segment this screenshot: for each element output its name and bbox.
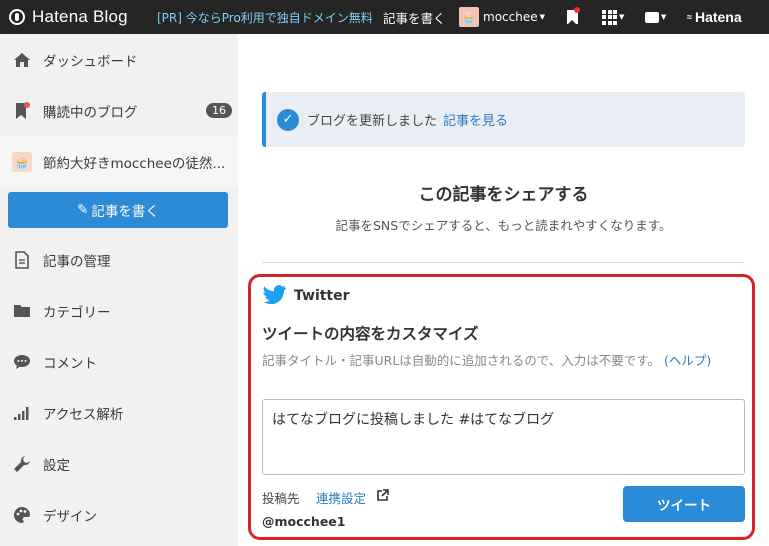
hatena-account-link[interactable]: ≈ Hatena [687,0,742,34]
wrench-icon [12,454,32,474]
notice-text: ブログを更新しました [307,114,438,129]
external-link-icon [376,489,389,505]
twitter-label: Twitter [294,288,350,304]
sidebar-item-comments[interactable]: コメント [0,336,238,387]
username: mocchee [483,10,538,24]
subscription-bookmark-icon[interactable] [562,0,582,34]
apps-grid-icon[interactable]: ▼ [602,0,624,34]
post-destination-label: 投稿先 [262,491,300,506]
top-navigation-bar: Hatena Blog [PR] 今ならPro利用で独自ドメイン無料 記事を書く… [0,0,769,34]
notification-dot [574,7,580,13]
share-title: この記事をシェアする [418,185,589,205]
tweet-button[interactable]: ツイート [623,486,745,522]
help-link[interactable]: (ヘルプ) [664,353,711,368]
sidebar-item-category[interactable]: カテゴリー [0,285,238,336]
user-menu[interactable]: 🧁 mocchee ▼ [459,0,545,34]
twitter-account: @mocchee1 [262,514,346,529]
write-article-top-link[interactable]: 記事を書く [383,0,446,34]
twitter-bird-icon [263,285,286,305]
sidebar-item-settings[interactable]: 設定 [0,438,238,489]
comment-icon [12,352,32,372]
folder-icon [12,301,32,321]
chevron-down-icon: ▼ [539,13,545,21]
hatena-blog-logo[interactable]: Hatena Blog [32,0,128,34]
bookmark-icon [12,101,32,121]
tweet-customize-heading: ツイートの内容をカスタマイズ [262,325,479,343]
tweet-text-input[interactable]: はてなブログに投稿しました #はてなブログ [262,399,745,475]
hatena-icon: ≈ [687,12,692,22]
integration-settings-link[interactable]: 連携設定 [316,488,366,507]
update-notice: ✓ ブログを更新しました 記事を見る [262,92,745,147]
home-icon [12,50,32,70]
divider [262,262,745,263]
edit-icon: ✎ [77,202,89,218]
sidebar-item-blog[interactable]: 🧁 節約大好きmoccheeの徒然... [0,136,238,187]
tweet-description: 記事タイトル・記事URLは自動的に追加されるので、入力は不要です。 (ヘルプ) [262,353,712,368]
sidebar-item-article-management[interactable]: 記事の管理 [0,234,238,285]
document-icon [12,250,32,270]
sidebar-item-analytics[interactable]: アクセス解析 [0,387,238,438]
palette-icon [12,505,32,525]
blog-avatar-icon: 🧁 [12,151,32,172]
view-article-link[interactable]: 記事を見る [443,110,508,129]
signal-icon [12,403,32,423]
user-avatar: 🧁 [459,7,479,27]
subscription-count-badge: 16 [206,103,232,118]
sidebar-item-design[interactable]: デザイン [0,489,238,540]
pr-pro-link[interactable]: [PR] 今ならPro利用で独自ドメイン無料 [157,0,373,34]
chevron-down-icon: ▼ [661,13,667,21]
write-article-button[interactable]: ✎ 記事を書く [8,192,228,228]
sidebar-item-subscriptions[interactable]: 購読中のブログ 16 [0,85,238,136]
chevron-down-icon: ▼ [619,13,625,21]
check-circle-icon: ✓ [277,108,299,131]
sidebar: ダッシュボード 購読中のブログ 16 🧁 節約大好きmoccheeの徒然... … [0,34,238,546]
sidebar-item-dashboard[interactable]: ダッシュボード [0,34,238,85]
share-subtitle: 記事をSNSでシェアすると、もっと読まれやすくなります。 [335,218,672,233]
notifications-chat-icon[interactable]: ▼ [645,0,666,34]
hatena-blog-logo-icon[interactable] [9,0,27,34]
